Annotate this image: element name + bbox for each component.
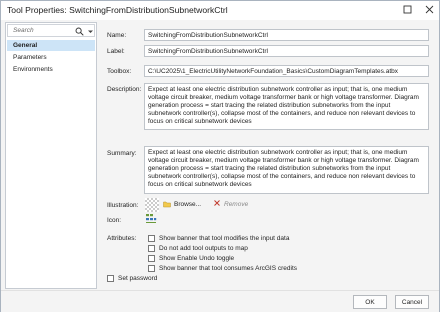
search-placeholder: Search [13,27,34,34]
chevron-down-icon[interactable] [87,28,94,35]
sidebar-item-parameters[interactable]: Parameters [7,52,95,63]
sidebar: Search General Parameters Environments [5,22,97,289]
general-panel: Name: SwitchingFromDistributionSubnetwor… [101,22,435,289]
sidebar-item-environments[interactable]: Environments [7,64,95,75]
attribute-checkbox[interactable] [148,235,155,242]
attribute-credits-label: Show banner that tool consumes ArcGIS cr… [159,265,298,272]
set-password-checkbox[interactable] [107,275,114,282]
illustration-label: Illustration: [107,202,139,209]
ok-button[interactable]: OK [353,295,387,309]
remove-button[interactable]: Remove [224,201,248,208]
attribute-undo-toggle-label: Show Enable Undo toggle [159,255,235,262]
attribute-checkbox[interactable] [148,255,155,262]
summary-field[interactable]: Expect at least one electric distributio… [144,146,429,194]
illustration-placeholder [145,198,159,212]
summary-label: Summary: [107,150,137,157]
description-label: Description: [107,86,142,93]
name-label: Name: [107,32,127,39]
browse-button[interactable]: Browse... [174,201,201,208]
attribute-checkbox[interactable] [148,245,155,252]
close-icon[interactable] [421,3,437,18]
cancel-button[interactable]: Cancel [395,295,429,309]
toolbox-label: Toolbox: [107,68,132,75]
title-bar: Tool Properties: SwitchingFromDistributi… [1,1,439,20]
search-input[interactable]: Search [7,24,95,37]
icon-label: Icon: [107,217,122,224]
set-password-label: Set password [118,275,158,282]
toolbox-field[interactable]: C:\UC2025\1_ElectricUtilityNetworkFounda… [144,65,429,77]
attributes-label: Attributes: [107,235,137,242]
attribute-modifies-input-label: Show banner that tool modifies the input… [159,235,290,242]
search-icon[interactable] [75,27,84,36]
window-title: Tool Properties: SwitchingFromDistributi… [7,5,228,15]
attribute-no-outputs-label: Do not add tool outputs to map [159,245,248,252]
label-label: Label: [107,48,125,55]
button-bar: OK Cancel [1,290,439,312]
folder-icon[interactable] [163,200,171,209]
remove-icon[interactable] [213,199,221,208]
tool-properties-dialog: Tool Properties: SwitchingFromDistributi… [0,0,440,312]
sidebar-item-general[interactable]: General [7,40,95,51]
description-field[interactable]: Expect at least one electric distributio… [144,83,429,130]
label-field[interactable]: SwitchingFromDistributionSubnetworkCtrl [144,45,429,57]
attribute-checkbox[interactable] [148,265,155,272]
maximize-icon[interactable] [399,3,415,18]
name-field[interactable]: SwitchingFromDistributionSubnetworkCtrl [144,29,429,41]
tool-icon[interactable] [145,213,157,225]
